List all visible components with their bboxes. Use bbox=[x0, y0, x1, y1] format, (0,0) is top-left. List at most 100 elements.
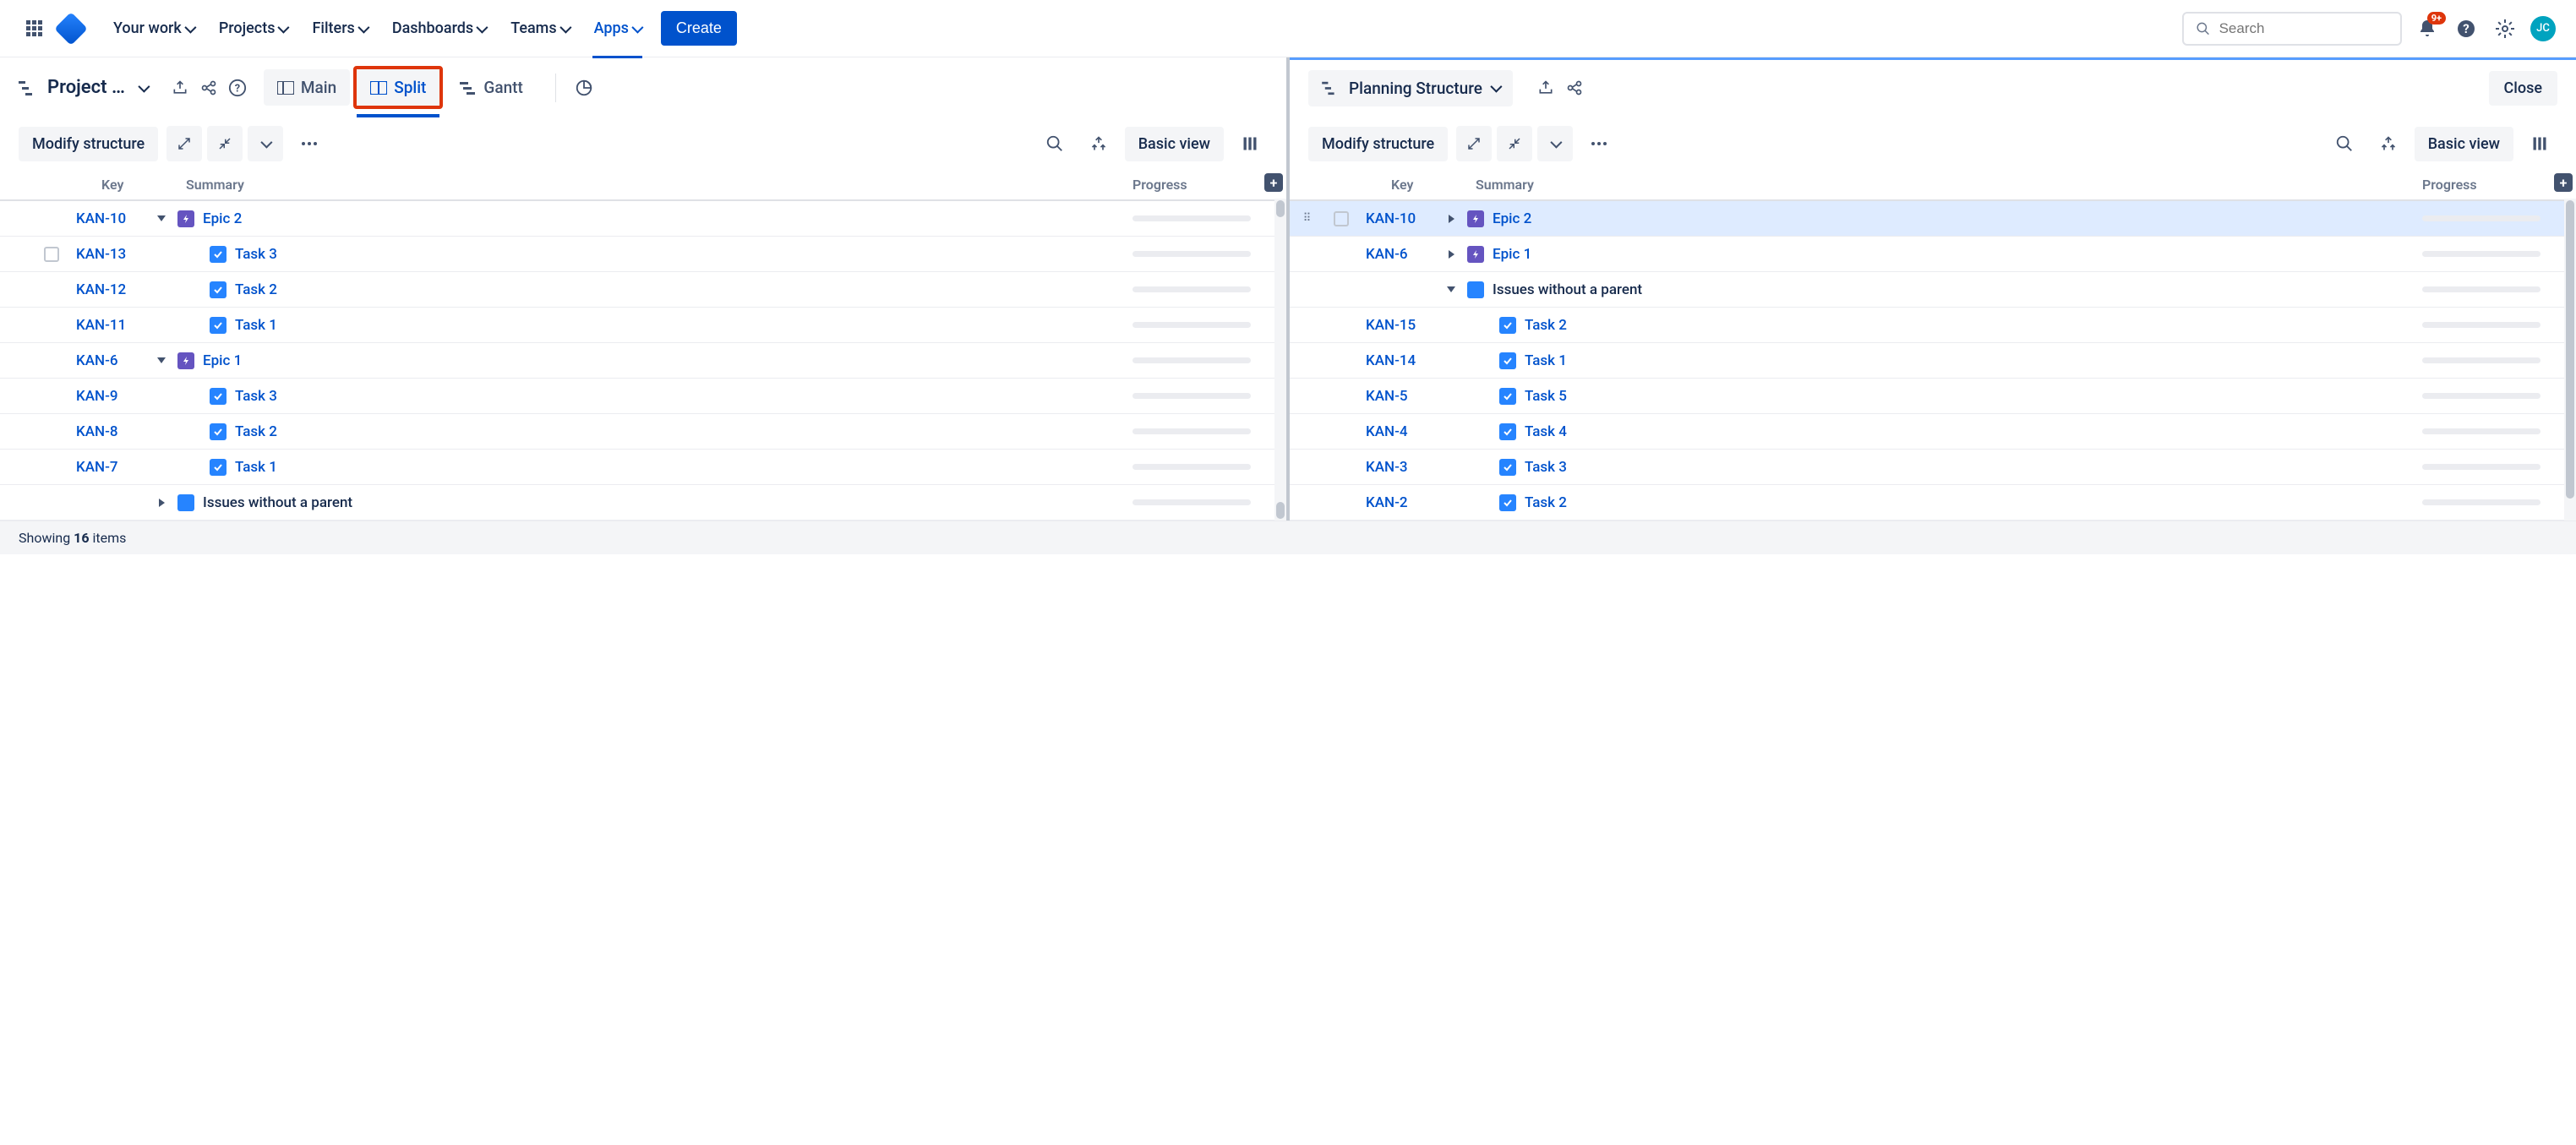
column-header-summary[interactable]: Summary bbox=[186, 177, 1132, 193]
export-icon[interactable] bbox=[1536, 79, 1555, 97]
collapse-icon[interactable] bbox=[207, 126, 243, 161]
table-row[interactable]: KAN-11Task 1 bbox=[0, 308, 1286, 343]
issue-summary-link[interactable]: Task 1 bbox=[235, 459, 277, 476]
modify-structure-button[interactable]: Modify structure bbox=[1308, 127, 1448, 161]
table-row[interactable]: KAN-6 Epic 1 bbox=[1290, 237, 2576, 272]
table-row[interactable]: KAN-7 Task 1 bbox=[0, 450, 1286, 485]
table-row[interactable]: Issues without a parent bbox=[1290, 272, 2576, 308]
project-title-dropdown[interactable]: Project … bbox=[19, 77, 147, 98]
add-column-button[interactable]: + bbox=[2554, 173, 2573, 192]
table-row[interactable]: KAN-6 Epic 1 bbox=[0, 343, 1286, 379]
issue-summary-link[interactable]: Task 2 bbox=[1525, 494, 1567, 511]
row-checkbox[interactable] bbox=[44, 247, 59, 262]
more-actions-button[interactable] bbox=[292, 126, 327, 161]
filter-icon-button[interactable] bbox=[2371, 126, 2406, 161]
app-switcher-icon[interactable] bbox=[20, 15, 47, 42]
issue-key-link[interactable]: KAN-7 bbox=[69, 459, 154, 476]
dropdown-caret-button[interactable] bbox=[1537, 126, 1573, 161]
issue-key-link[interactable]: KAN-10 bbox=[1359, 210, 1444, 227]
nav-item-your-work[interactable]: Your work bbox=[105, 14, 202, 42]
issue-summary-link[interactable]: Task 2 bbox=[235, 423, 277, 440]
table-row[interactable]: Issues without a parent bbox=[0, 485, 1286, 521]
drag-handle-icon[interactable]: ⠿ bbox=[1303, 216, 1311, 221]
search-input[interactable] bbox=[2219, 20, 2388, 37]
issue-summary-link[interactable]: Task 2 bbox=[235, 281, 277, 298]
table-row[interactable]: KAN-8 Task 2 bbox=[0, 414, 1286, 450]
view-tab-main[interactable]: Main bbox=[264, 69, 350, 106]
table-row[interactable]: KAN-3Task 3 bbox=[1290, 450, 2576, 485]
scroll-thumb[interactable] bbox=[1276, 502, 1285, 519]
issue-summary-link[interactable]: Task 1 bbox=[1525, 352, 1567, 369]
issue-summary-link[interactable]: Task 3 bbox=[235, 246, 277, 263]
table-row[interactable]: KAN-10Epic 2 bbox=[0, 201, 1286, 237]
dropdown-caret-button[interactable] bbox=[248, 126, 283, 161]
collapse-toggle[interactable] bbox=[156, 213, 167, 225]
search-icon-button[interactable] bbox=[1037, 126, 1072, 161]
expand-icon[interactable] bbox=[1456, 126, 1492, 161]
view-tab-split[interactable]: Split bbox=[353, 66, 443, 109]
column-header-progress[interactable]: Progress bbox=[1132, 177, 1268, 193]
table-row[interactable]: ⠿ KAN-10 Epic 2 bbox=[1290, 201, 2576, 237]
view-tab-gantt[interactable]: Gantt bbox=[446, 69, 536, 106]
pie-chart-icon[interactable] bbox=[575, 79, 593, 97]
table-row[interactable]: KAN-15 Task 2 bbox=[1290, 308, 2576, 343]
settings-icon[interactable] bbox=[2491, 15, 2519, 42]
share-icon[interactable] bbox=[199, 79, 218, 97]
table-row[interactable]: KAN-9Task 3 bbox=[0, 379, 1286, 414]
issue-key-link[interactable]: KAN-2 bbox=[1359, 494, 1444, 511]
issue-key-link[interactable]: KAN-6 bbox=[69, 352, 154, 369]
nav-item-dashboards[interactable]: Dashboards bbox=[384, 14, 494, 42]
issue-summary-link[interactable]: Epic 1 bbox=[203, 352, 242, 369]
nav-item-teams[interactable]: Teams bbox=[502, 14, 576, 42]
basic-view-button[interactable]: Basic view bbox=[2415, 127, 2513, 161]
notifications-icon[interactable]: 9+ bbox=[2414, 15, 2441, 42]
issue-summary-link[interactable]: Epic 2 bbox=[1493, 210, 1531, 227]
issue-summary-link[interactable]: Epic 1 bbox=[1493, 246, 1531, 263]
issue-summary-link[interactable]: Task 5 bbox=[1525, 388, 1567, 405]
info-icon[interactable]: ? bbox=[228, 79, 247, 97]
scroll-thumb[interactable] bbox=[2566, 200, 2574, 499]
nav-item-projects[interactable]: Projects bbox=[210, 14, 296, 42]
filter-icon-button[interactable] bbox=[1081, 126, 1116, 161]
modify-structure-button[interactable]: Modify structure bbox=[19, 127, 158, 161]
collapse-icon[interactable] bbox=[1497, 126, 1532, 161]
close-button[interactable]: Close bbox=[2489, 71, 2557, 106]
issue-key-link[interactable]: KAN-15 bbox=[1359, 317, 1444, 334]
table-row[interactable]: KAN-2 Task 2 bbox=[1290, 485, 2576, 521]
issue-summary-link[interactable]: Task 2 bbox=[1525, 317, 1567, 334]
issue-key-link[interactable]: KAN-12 bbox=[69, 281, 154, 298]
structure-select-dropdown[interactable]: Planning Structure bbox=[1308, 70, 1513, 106]
more-actions-button[interactable] bbox=[1581, 126, 1617, 161]
collapse-toggle[interactable] bbox=[1445, 284, 1457, 296]
scrollbar[interactable] bbox=[2564, 199, 2576, 521]
table-row[interactable]: KAN-4 Task 4 bbox=[1290, 414, 2576, 450]
collapse-toggle[interactable] bbox=[156, 355, 167, 367]
issue-key-link[interactable]: KAN-11 bbox=[69, 317, 154, 334]
issue-key-link[interactable]: KAN-3 bbox=[1359, 459, 1444, 476]
issue-key-link[interactable]: KAN-6 bbox=[1359, 246, 1444, 263]
column-header-summary[interactable]: Summary bbox=[1476, 177, 2422, 193]
add-column-button[interactable]: + bbox=[1264, 173, 1283, 192]
basic-view-button[interactable]: Basic view bbox=[1125, 127, 1224, 161]
jira-logo-icon[interactable] bbox=[59, 17, 83, 41]
column-header-progress[interactable]: Progress bbox=[2422, 177, 2557, 193]
issue-key-link[interactable]: KAN-14 bbox=[1359, 352, 1444, 369]
issue-key-link[interactable]: KAN-13 bbox=[69, 246, 154, 263]
share-icon[interactable] bbox=[1565, 79, 1584, 97]
create-button[interactable]: Create bbox=[661, 11, 737, 46]
nav-item-filters[interactable]: Filters bbox=[303, 14, 374, 42]
issue-summary-link[interactable]: Epic 2 bbox=[203, 210, 242, 227]
expand-icon[interactable] bbox=[166, 126, 202, 161]
row-checkbox[interactable] bbox=[1334, 211, 1349, 226]
expand-toggle[interactable] bbox=[1445, 213, 1457, 225]
table-row[interactable]: KAN-5Task 5 bbox=[1290, 379, 2576, 414]
help-icon[interactable]: ? bbox=[2453, 15, 2480, 42]
issue-key-link[interactable]: KAN-4 bbox=[1359, 423, 1444, 440]
issue-key-link[interactable]: KAN-8 bbox=[69, 423, 154, 440]
column-header-key[interactable]: Key bbox=[1391, 177, 1476, 193]
table-row[interactable]: KAN-14 Task 1 bbox=[1290, 343, 2576, 379]
issue-summary-link[interactable]: Task 4 bbox=[1525, 423, 1567, 440]
search-icon-button[interactable] bbox=[2327, 126, 2362, 161]
avatar[interactable]: JC bbox=[2530, 16, 2556, 41]
issue-summary-link[interactable]: Task 3 bbox=[235, 388, 277, 405]
